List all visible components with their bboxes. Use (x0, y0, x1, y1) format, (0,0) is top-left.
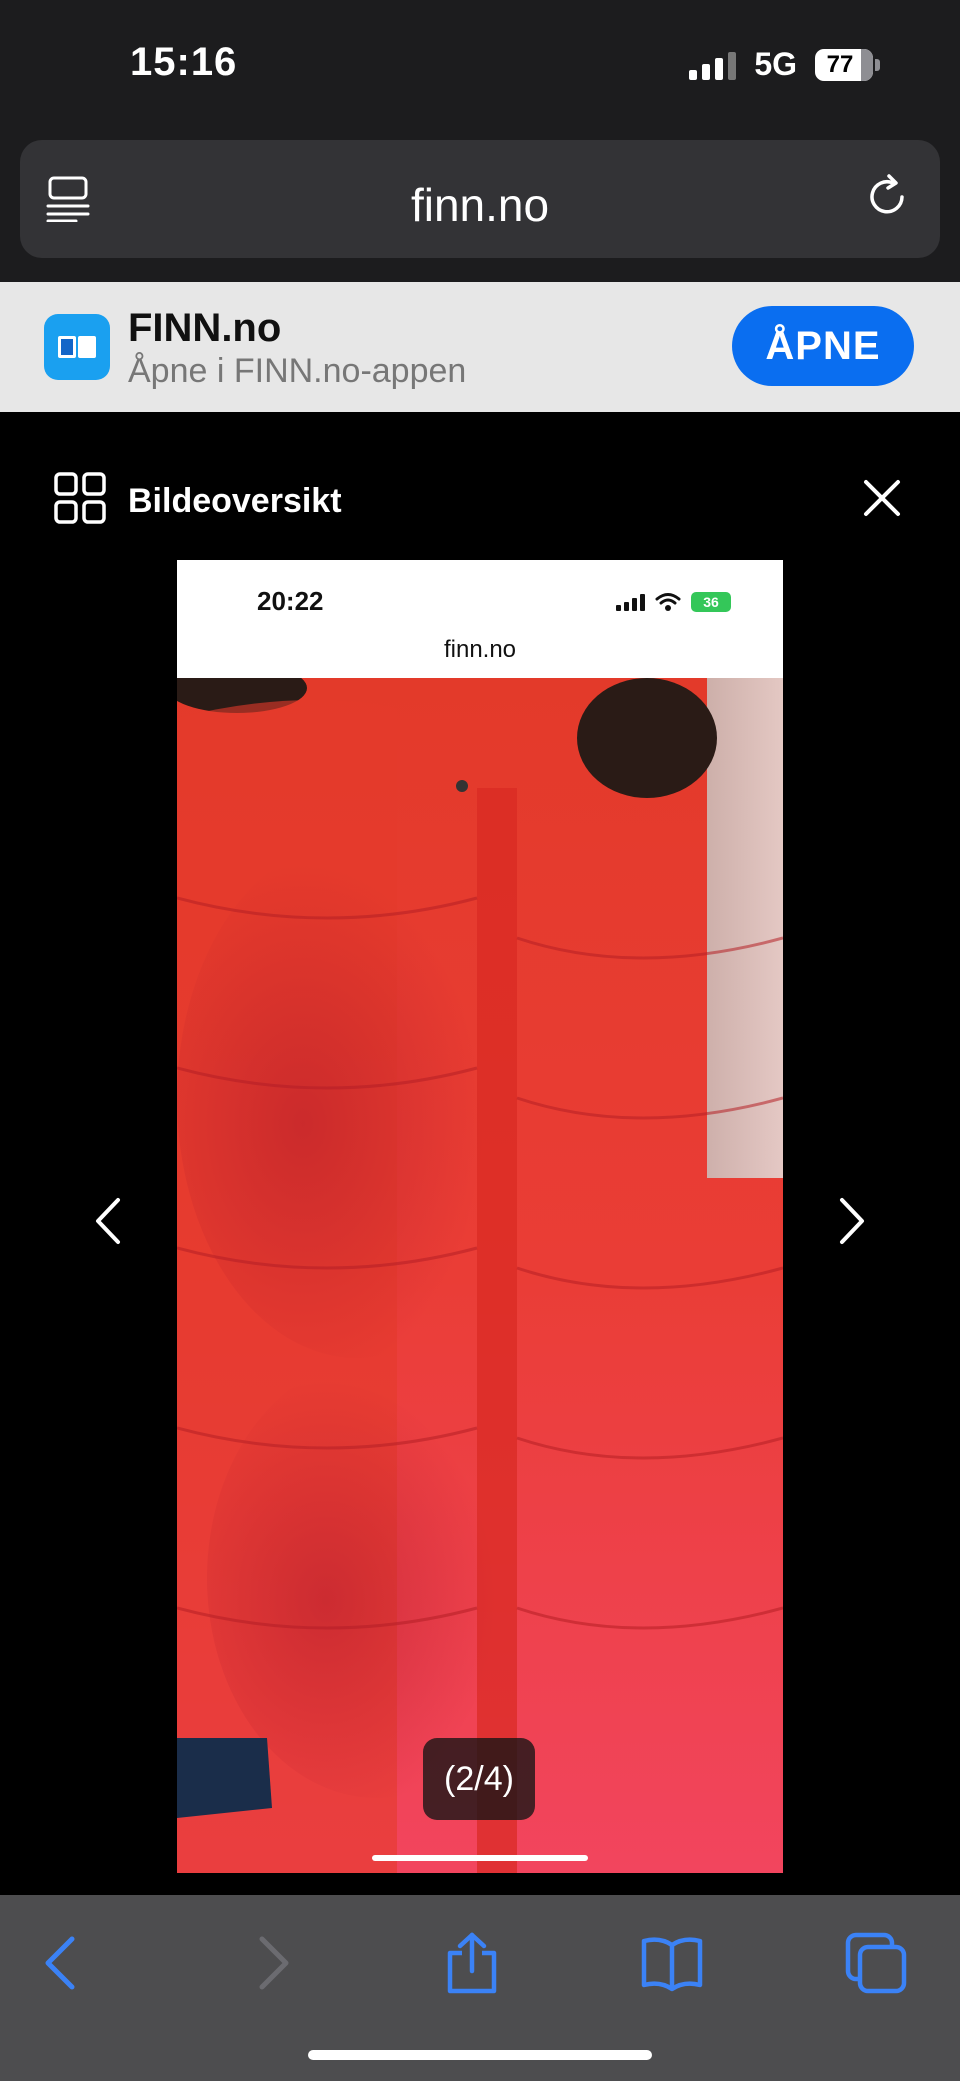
listing-image[interactable]: 20:22 36 finn.no (2/4) (177, 560, 783, 1873)
chevron-right-icon[interactable] (832, 1196, 872, 1246)
embedded-home-indicator (372, 1855, 588, 1861)
finn-app-icon (44, 314, 110, 380)
image-viewer-header: Bildeoversikt (0, 412, 960, 542)
grid-icon[interactable] (54, 472, 106, 524)
status-indicators: 5G 77 (689, 46, 880, 83)
url-text: finn.no (410, 179, 550, 231)
embedded-time: 20:22 (257, 586, 324, 616)
browser-address-area: finn.no (0, 130, 960, 282)
back-icon[interactable] (30, 1931, 94, 1995)
status-time: 15:16 (130, 40, 238, 84)
embedded-screenshot-header: 20:22 36 finn.no (177, 560, 783, 678)
image-overview-link[interactable]: Bildeoversikt (128, 482, 342, 521)
share-icon[interactable] (440, 1931, 504, 1995)
reload-icon[interactable] (862, 172, 912, 222)
red-jacket-photo (177, 678, 783, 1873)
status-bar: 15:16 5G 77 (0, 0, 960, 130)
smart-app-banner: FINN.no Åpne i FINN.no-appen ÅPNE (0, 282, 960, 412)
battery-level: 77 (826, 50, 854, 78)
tabs-icon[interactable] (844, 1931, 908, 1995)
open-app-button[interactable]: ÅPNE (732, 306, 914, 386)
embedded-signal-icon (616, 593, 645, 611)
embedded-battery-icon: 36 (691, 592, 731, 612)
home-indicator (308, 2050, 652, 2060)
chevron-left-icon[interactable] (88, 1196, 128, 1246)
embedded-battery-level: 36 (703, 594, 719, 610)
network-type: 5G (754, 46, 797, 82)
book-icon[interactable] (640, 1931, 704, 1995)
embedded-url-text: finn.no (443, 636, 517, 663)
forward-icon[interactable] (240, 1931, 304, 1995)
close-icon[interactable] (862, 478, 902, 518)
battery-icon: 77 (815, 48, 880, 81)
image-counter: (2/4) (423, 1738, 535, 1820)
signal-icon (689, 50, 737, 80)
address-bar[interactable]: finn.no (20, 140, 940, 258)
app-name: FINN.no (128, 306, 282, 350)
embedded-status-icons: 36 (616, 592, 731, 612)
wifi-icon (655, 593, 681, 611)
app-subtitle: Åpne i FINN.no-appen (128, 352, 467, 390)
